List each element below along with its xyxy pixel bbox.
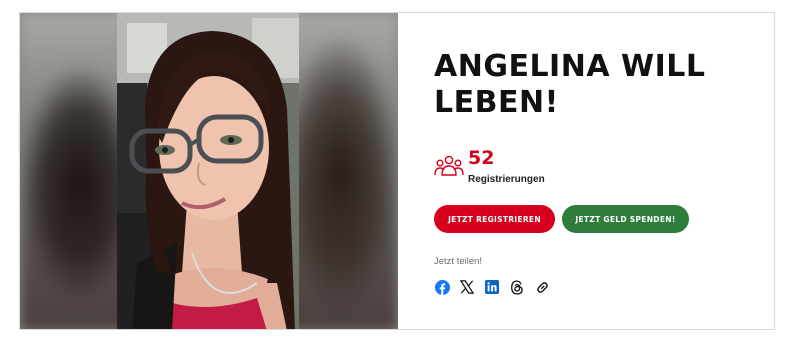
share-label: Jetzt teilen! (434, 256, 483, 267)
facebook-icon[interactable] (434, 279, 450, 295)
registrations-count: 52 (468, 147, 495, 169)
campaign-content: ANGELINA WILL LEBEN! 52 Registrierungen (434, 13, 764, 329)
campaign-card: ANGELINA WILL LEBEN! 52 Registrierungen (19, 12, 775, 330)
registrations-stat: 52 Registrierungen (434, 147, 634, 195)
campaign-photo-area (20, 13, 398, 329)
link-icon[interactable] (534, 279, 550, 295)
share-icons-row (434, 279, 559, 295)
campaign-title: ANGELINA WILL LEBEN! (434, 49, 706, 120)
people-group-icon (434, 155, 464, 177)
donate-button[interactable]: JETZT GELD SPENDEN! (562, 205, 689, 233)
campaign-photo (117, 13, 299, 329)
linkedin-icon[interactable] (484, 279, 500, 295)
registrations-label: Registrierungen (468, 174, 545, 185)
x-icon[interactable] (459, 279, 475, 295)
register-button[interactable]: JETZT REGISTRIEREN (434, 205, 555, 233)
threads-icon[interactable] (509, 279, 525, 295)
